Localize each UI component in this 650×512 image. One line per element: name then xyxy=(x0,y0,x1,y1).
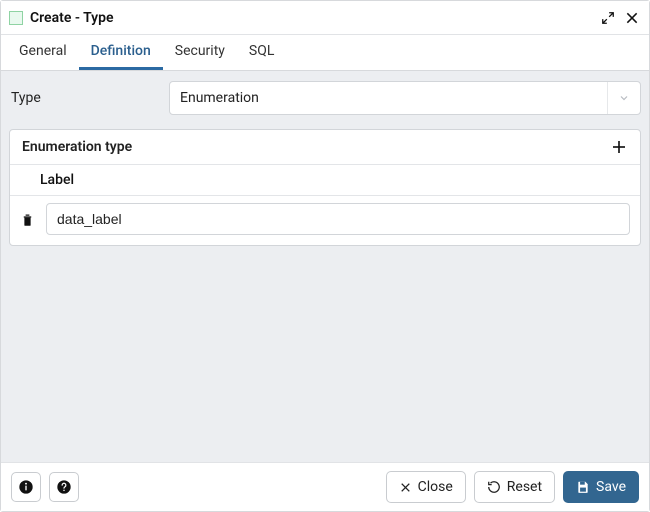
reset-button[interactable]: Reset xyxy=(474,471,555,503)
dialog-body: Type Enumeration Enumeration type xyxy=(1,71,649,462)
enum-column-header: Label xyxy=(10,164,640,195)
tab-sql[interactable]: SQL xyxy=(237,35,286,70)
enum-row xyxy=(10,195,640,245)
info-button[interactable] xyxy=(11,472,41,502)
tab-general[interactable]: General xyxy=(7,35,79,70)
delete-row-button[interactable] xyxy=(18,212,36,227)
enum-panel: Enumeration type Label xyxy=(9,129,641,246)
chevron-down-icon xyxy=(607,82,630,114)
save-button[interactable]: Save xyxy=(563,471,639,503)
type-select[interactable]: Enumeration xyxy=(169,81,641,115)
help-button[interactable] xyxy=(49,472,79,502)
close-icon[interactable] xyxy=(625,11,639,25)
enum-panel-header: Enumeration type xyxy=(10,130,640,164)
titlebar: Create - Type xyxy=(1,1,649,35)
tab-definition[interactable]: Definition xyxy=(79,35,163,70)
save-icon xyxy=(576,480,590,494)
dialog-footer: Close Reset Save xyxy=(1,462,649,511)
save-button-label: Save xyxy=(596,479,626,495)
type-select-value: Enumeration xyxy=(180,90,259,106)
enum-column-label: Label xyxy=(40,172,74,188)
window-title: Create - Type xyxy=(30,10,601,26)
type-row: Type Enumeration xyxy=(9,81,641,115)
tab-security[interactable]: Security xyxy=(163,35,237,70)
type-label: Type xyxy=(9,90,159,106)
add-enum-button[interactable] xyxy=(610,138,628,156)
close-icon xyxy=(399,481,412,494)
expand-icon[interactable] xyxy=(601,11,615,25)
type-icon xyxy=(9,11,23,25)
close-button-label: Close xyxy=(418,479,453,495)
close-button[interactable]: Close xyxy=(386,471,466,503)
enum-label-input[interactable] xyxy=(46,203,630,235)
reset-icon xyxy=(487,480,501,494)
window-controls xyxy=(601,11,639,25)
dialog-window: Create - Type General Definition Securit… xyxy=(0,0,650,512)
enum-panel-title: Enumeration type xyxy=(22,139,132,155)
tab-bar: General Definition Security SQL xyxy=(1,35,649,71)
reset-button-label: Reset xyxy=(507,479,542,495)
